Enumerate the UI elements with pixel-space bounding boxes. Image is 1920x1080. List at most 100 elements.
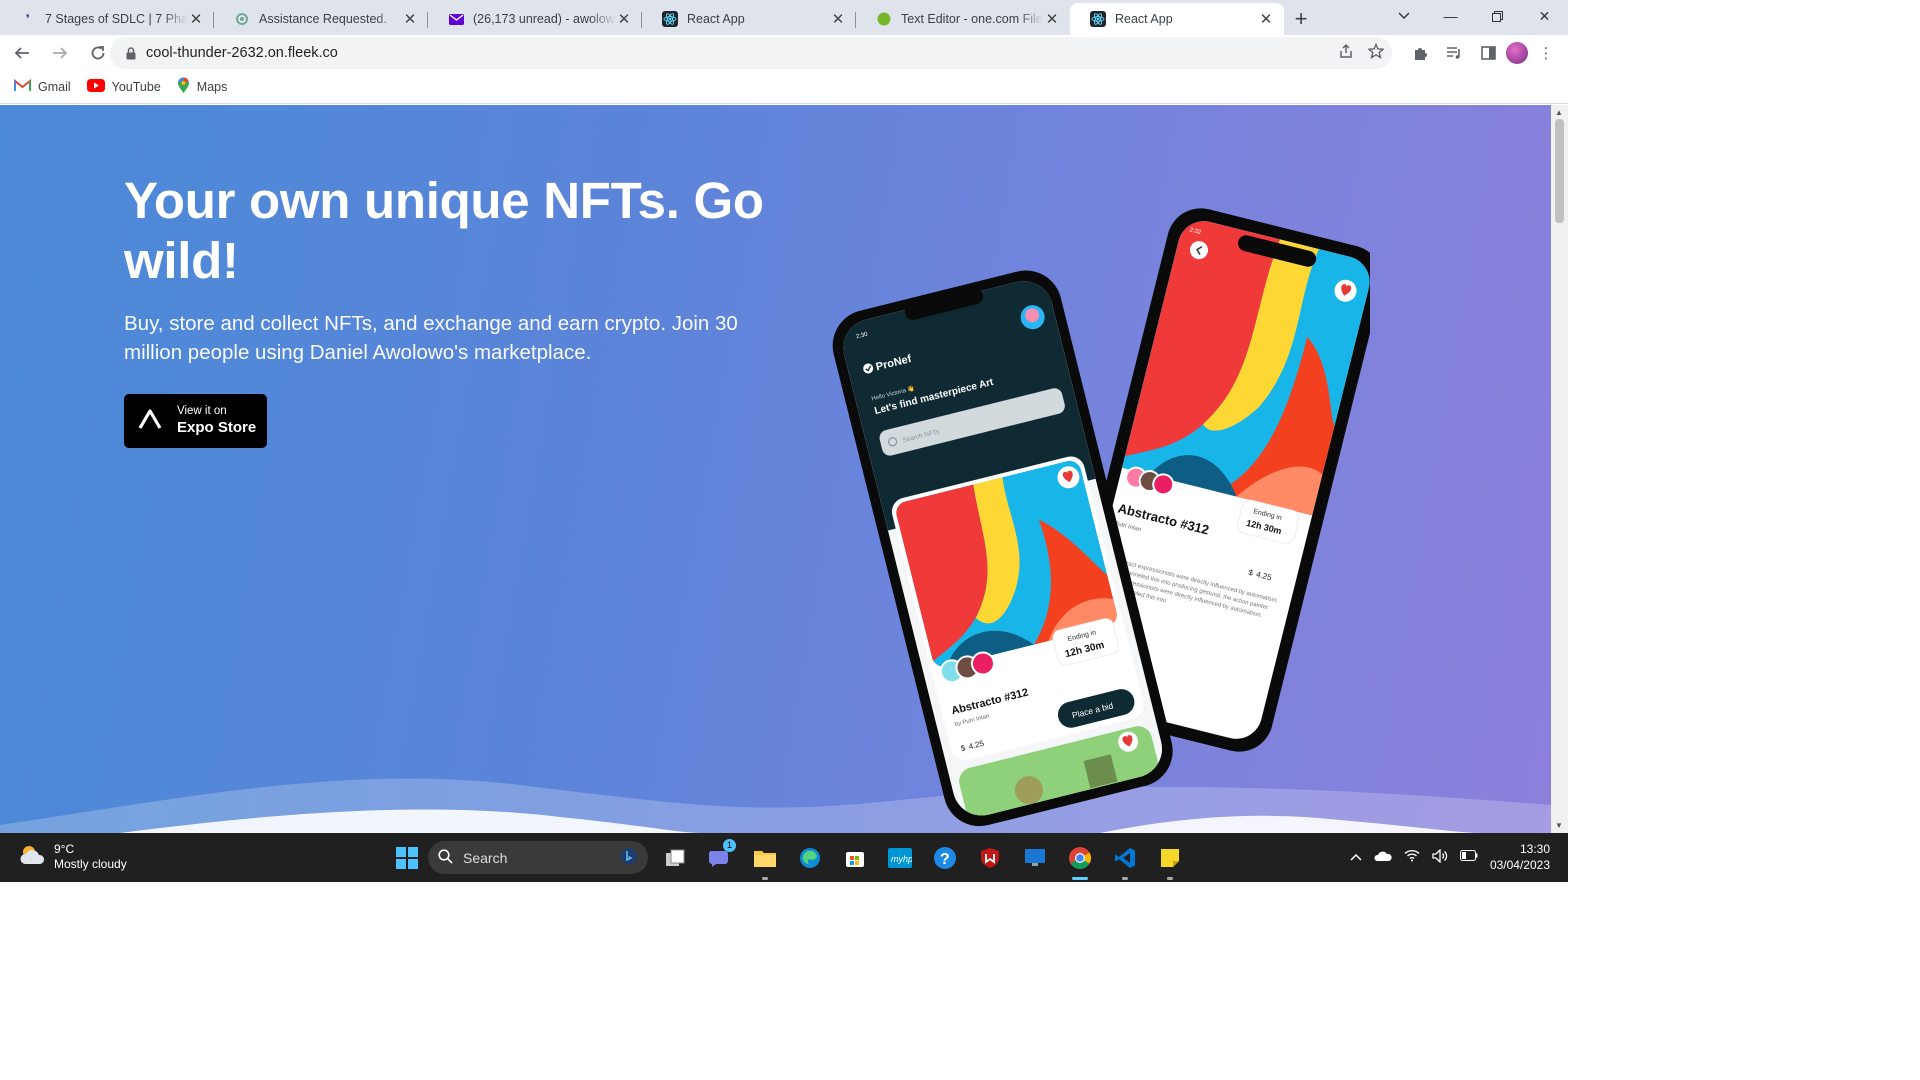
wifi-icon[interactable] [1404,849,1420,865]
close-tab-icon[interactable]: ✕ [616,10,632,28]
browser-tab[interactable]: (26,173 unread) - awolowo ✕ [428,3,642,35]
tab-title: React App [1115,12,1173,26]
teams-chat-icon[interactable]: 1 [697,839,742,875]
weather-temperature: 9°C [54,842,75,856]
menu-kebab-icon[interactable]: ⋮ [1530,37,1562,69]
scroll-up-icon[interactable]: ▲ [1555,108,1563,117]
browser-tab[interactable]: ❜ 7 Stages of SDLC | 7 Phases ✕ [0,3,214,35]
forward-button[interactable] [43,37,76,70]
task-view-icon[interactable] [652,841,697,875]
window-controls: — ✕ [1427,0,1568,32]
react-favicon [1090,11,1106,27]
bing-icon [620,847,638,868]
page-scrollbar[interactable]: ▲ ▼ [1551,105,1568,833]
gmail-icon [14,78,31,95]
expo-button-small-label: View it on [177,404,227,417]
side-panel-icon[interactable] [1472,37,1504,69]
close-tab-icon[interactable]: ✕ [402,10,418,28]
sdlc-favicon: ❜ [25,12,31,26]
close-tab-icon[interactable]: ✕ [1044,10,1060,28]
windows-start-icon[interactable] [384,841,429,875]
bookmarks-bar: Gmail YouTube Maps [0,71,1568,104]
close-tab-icon[interactable]: ✕ [1258,10,1274,28]
browser-tab-active[interactable]: React App ✕ [1070,3,1284,35]
chatgpt-favicon [234,11,250,27]
bookmark-label: YouTube [111,80,161,94]
tab-title: Text Editor - one.com File M [901,12,1044,26]
chevron-up-icon[interactable] [1350,850,1362,864]
expo-logo-icon [138,408,164,434]
search-label: Search [463,849,508,866]
lock-icon[interactable] [124,46,138,60]
tab-title: React App [687,12,745,26]
extensions-icon[interactable] [1404,37,1436,69]
browser-toolbar: cool-thunder-2632.on.fleek.co ⋮ [0,35,1568,71]
myhp-icon[interactable]: myhp [877,841,922,875]
clock-date: 03/04/2023 [1489,858,1550,872]
phone-mockup-front: 2:30 ProNef Hello Victoria 👋 Let's find … [832,270,1173,827]
chrome-icon[interactable] [1057,841,1102,880]
browser-tab[interactable]: Text Editor - one.com File M ✕ [856,3,1070,35]
battery-icon[interactable] [1459,850,1478,864]
bookmark-gmail[interactable]: Gmail [14,78,71,95]
onedrive-icon[interactable] [1374,850,1392,865]
help-icon[interactable]: ? [922,841,967,875]
bookmark-label: Gmail [38,80,71,94]
react-favicon [662,11,678,27]
media-control-icon[interactable] [1438,37,1470,69]
browser-tab[interactable]: React App ✕ [642,3,856,35]
browser-tab[interactable]: Assistance Requested. ✕ [214,3,428,35]
scrollbar-thumb[interactable] [1555,119,1564,223]
mcafee-icon[interactable] [967,841,1012,875]
search-icon [438,848,453,867]
tab-search-icon[interactable] [1388,0,1420,32]
svg-text:?: ? [940,851,950,868]
svg-text:myhp: myhp [891,854,912,864]
restore-icon[interactable] [1474,0,1521,32]
taskbar-search[interactable]: Search [428,841,648,874]
expo-store-button[interactable]: View it on Expo Store [124,394,267,448]
maps-icon [177,77,190,97]
chat-badge: 1 [723,839,736,852]
desktop-app-icon[interactable] [1012,841,1057,875]
youtube-icon [86,79,105,95]
clock-time: 13:30 [1519,842,1550,856]
tab-title: (26,173 unread) - awolowo [473,12,616,26]
volume-icon[interactable] [1432,847,1448,866]
bookmark-star-icon[interactable] [1367,42,1385,64]
system-clock[interactable]: 13:30 03/04/2023 [1490,841,1550,873]
onecom-favicon [876,11,892,27]
taskbar-apps [384,841,429,875]
bookmark-label: Maps [196,80,228,94]
tab-strip: ❜ 7 Stages of SDLC | 7 Phases ✕ Assistan… [0,0,1568,35]
close-tab-icon[interactable]: ✕ [188,10,204,28]
new-tab-button[interactable]: + [1284,3,1318,35]
vscode-icon[interactable] [1102,841,1147,880]
scroll-down-icon[interactable]: ▼ [1555,821,1563,830]
hero-title: Your own unique NFTs. Go wild! [124,172,764,289]
tab-title: 7 Stages of SDLC | 7 Phases [45,12,188,26]
hero-subtitle: Buy, store and collect NFTs, and exchang… [124,312,738,364]
share-icon[interactable] [1338,43,1354,64]
taskbar-pinned: 1 myhp ? [652,839,1192,880]
bookmark-maps[interactable]: Maps [177,77,228,97]
microsoft-store-icon[interactable] [832,841,877,875]
minimize-icon[interactable]: — [1427,0,1474,32]
address-bar[interactable]: cool-thunder-2632.on.fleek.co [110,37,1392,69]
url-text: cool-thunder-2632.on.fleek.co [146,45,338,61]
close-tab-icon[interactable]: ✕ [830,10,846,28]
toolbar-actions: ⋮ [1404,37,1562,69]
expo-button-big-label: Expo Store [177,418,257,436]
weather-description: Mostly cloudy [54,857,127,871]
weather-widget[interactable]: 9°C Mostly cloudy [18,842,127,872]
profile-avatar[interactable] [1506,42,1528,64]
back-button[interactable] [5,37,38,70]
tab-title: Assistance Requested. [259,12,387,26]
bookmark-youtube[interactable]: YouTube [86,79,161,95]
edge-icon[interactable] [787,841,832,875]
close-window-icon[interactable]: ✕ [1521,0,1568,32]
windows-taskbar: 9°C Mostly cloudy Search 1 myhp ? 13:30 … [0,833,1568,882]
file-explorer-icon[interactable] [742,841,787,880]
system-tray: 13:30 03/04/2023 [1350,841,1550,873]
sticky-notes-icon[interactable] [1147,841,1192,880]
